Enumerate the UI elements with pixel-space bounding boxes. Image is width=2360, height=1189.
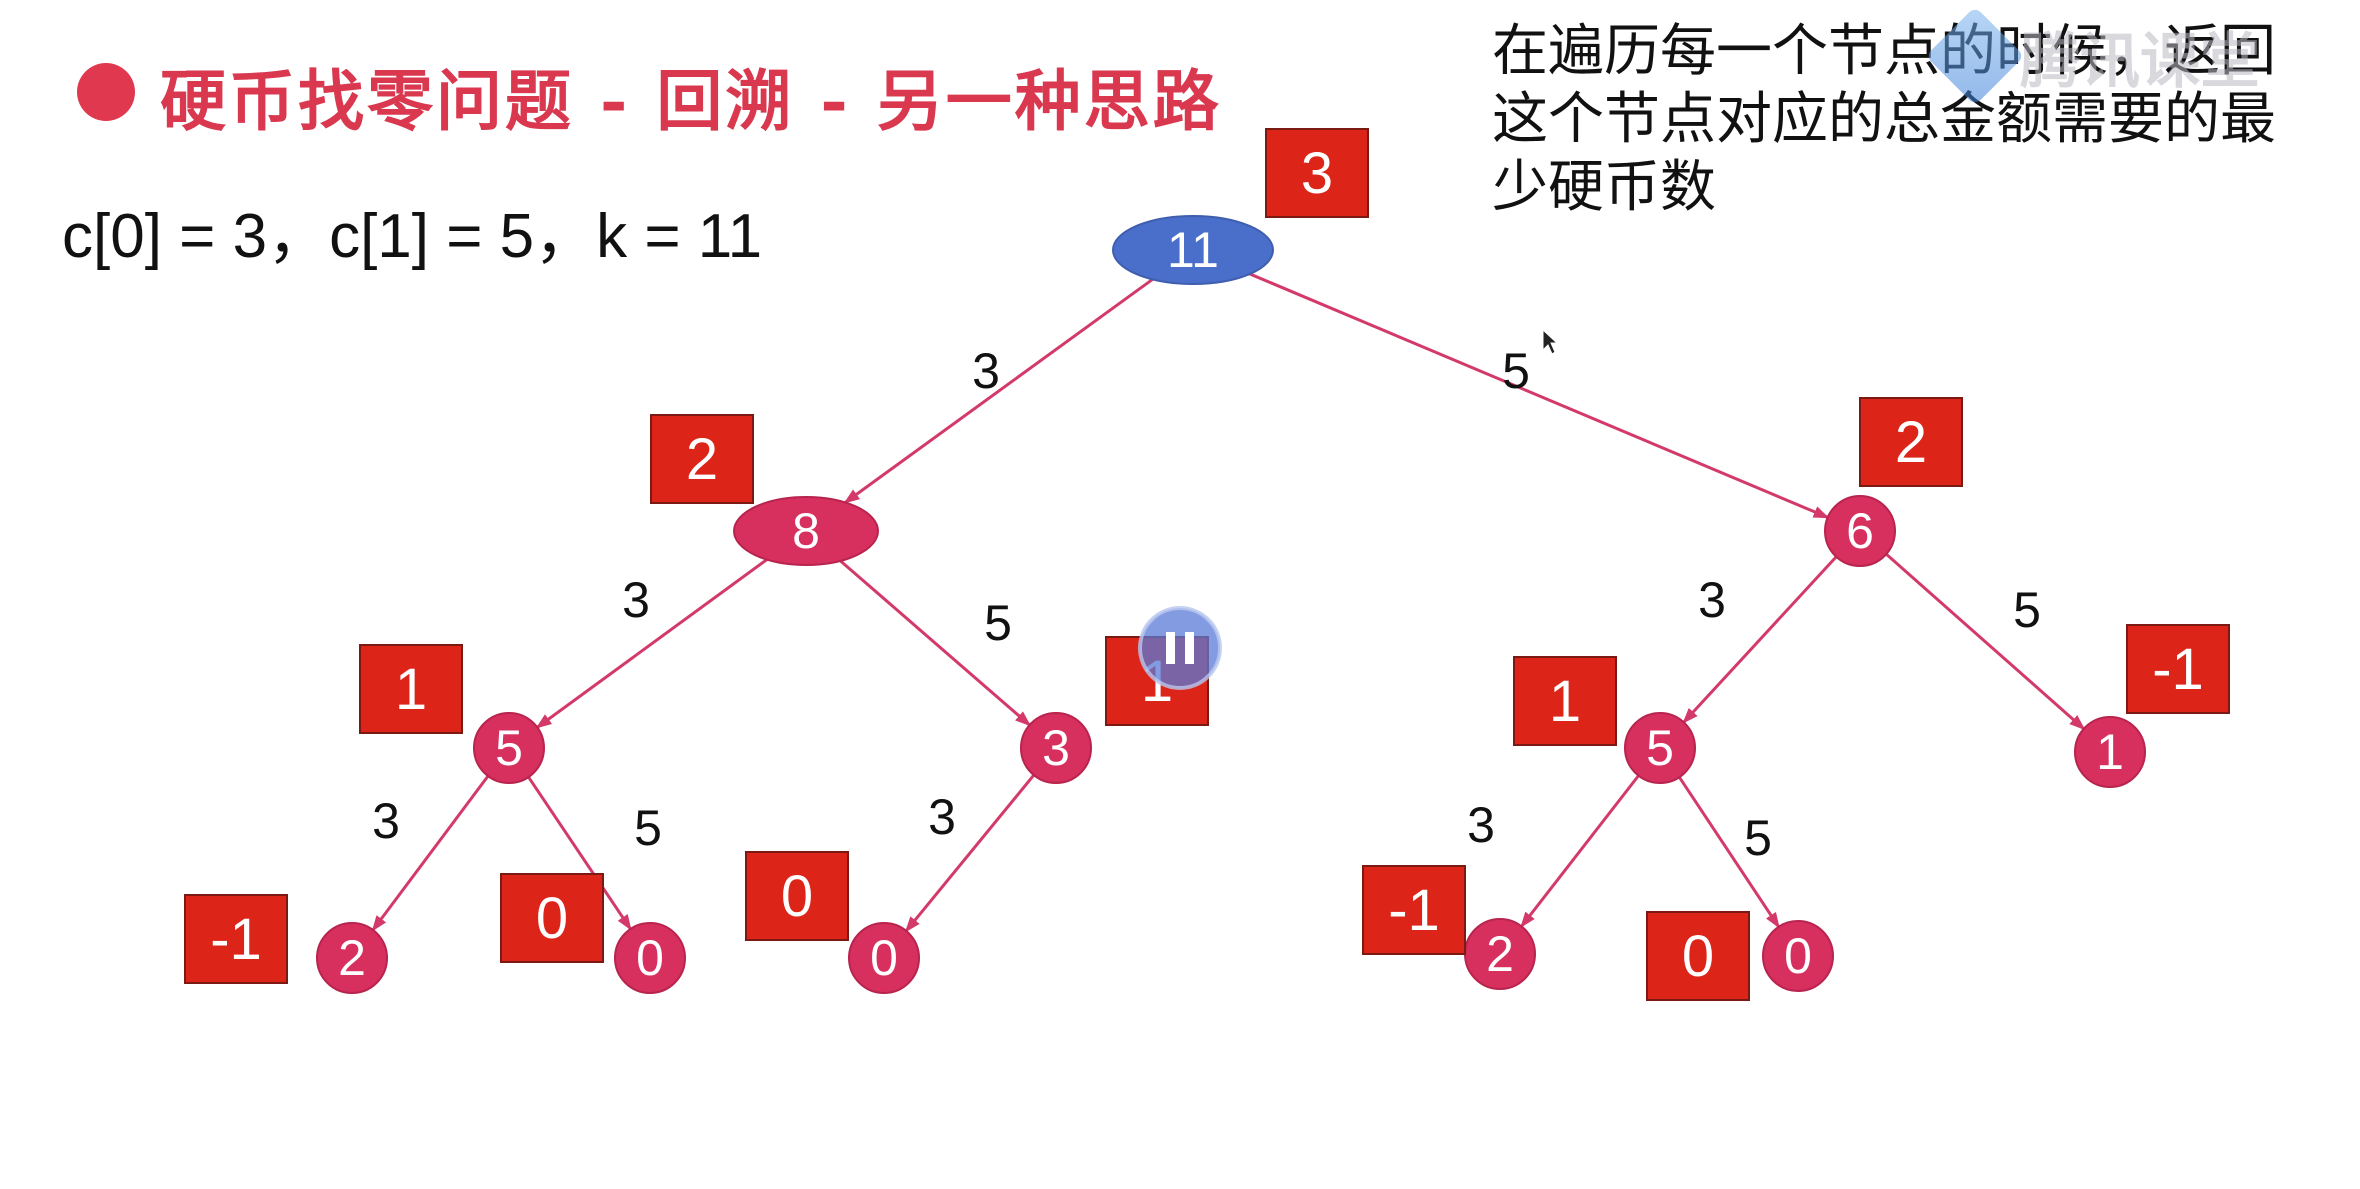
- tree-edge: [1520, 774, 1640, 928]
- pause-icon: [1166, 632, 1175, 664]
- slide: 硬币找零问题 - 回溯 - 另一种思路 c[0] = 3，c[1] = 5，k …: [0, 0, 2360, 1189]
- min-coins-result: 2: [686, 427, 718, 492]
- node-amount-label: 3: [1042, 720, 1070, 776]
- min-coins-result: 2: [1895, 410, 1927, 475]
- min-coins-result: -1: [210, 907, 262, 972]
- node-amount-label: 2: [338, 930, 366, 986]
- tree-edge: [1885, 553, 2086, 731]
- edge-coin-label: 3: [1698, 572, 1726, 628]
- min-coins-result: 3: [1301, 141, 1333, 206]
- edge-coin-label: 3: [928, 789, 956, 845]
- node-amount-label: 6: [1846, 503, 1874, 559]
- mouse-cursor-icon: [1542, 328, 1559, 355]
- node-amount-label: 2: [1486, 926, 1514, 982]
- min-coins-result: 0: [1682, 924, 1714, 989]
- pause-overlay-button[interactable]: [1138, 606, 1222, 690]
- edge-coin-label: 3: [622, 572, 650, 628]
- edge-coin-label: 5: [1502, 343, 1530, 399]
- node-amount-label: 11: [1167, 222, 1219, 278]
- min-coins-result: 0: [781, 864, 813, 929]
- recursion-tree: 3 53 5 3 53 5 3 3 5 118 65 3 5 12 0 0 2 0 32 21 1 1 -1-1 0 0 -1…: [184, 128, 2230, 1001]
- min-coins-result: 1: [1549, 669, 1581, 734]
- node-amount-label: 5: [495, 720, 523, 776]
- tree-edge: [535, 558, 768, 729]
- tree-edge: [904, 774, 1035, 933]
- node-amount-label: 0: [1784, 928, 1812, 984]
- edge-coin-label: 5: [1744, 810, 1772, 866]
- edge-coin-label: 3: [972, 343, 1000, 399]
- min-coins-result: -1: [1388, 878, 1440, 943]
- min-coins-result: -1: [2152, 637, 2204, 702]
- node-amount-label: 0: [636, 930, 664, 986]
- edge-coin-label: 5: [634, 800, 662, 856]
- edge-coin-label: 5: [2013, 582, 2041, 638]
- node-amount-label: 1: [2096, 724, 2124, 780]
- edge-coin-label: 3: [372, 793, 400, 849]
- edge-coin-label: 5: [984, 595, 1012, 651]
- min-coins-result: 1: [395, 657, 427, 722]
- node-amount-label: 5: [1646, 720, 1674, 776]
- edge-coin-label: 3: [1467, 797, 1495, 853]
- node-amount-label: 8: [792, 503, 820, 559]
- min-coins-result: 0: [536, 886, 568, 951]
- node-amount-label: 0: [870, 930, 898, 986]
- tree-edge: [1249, 272, 1830, 519]
